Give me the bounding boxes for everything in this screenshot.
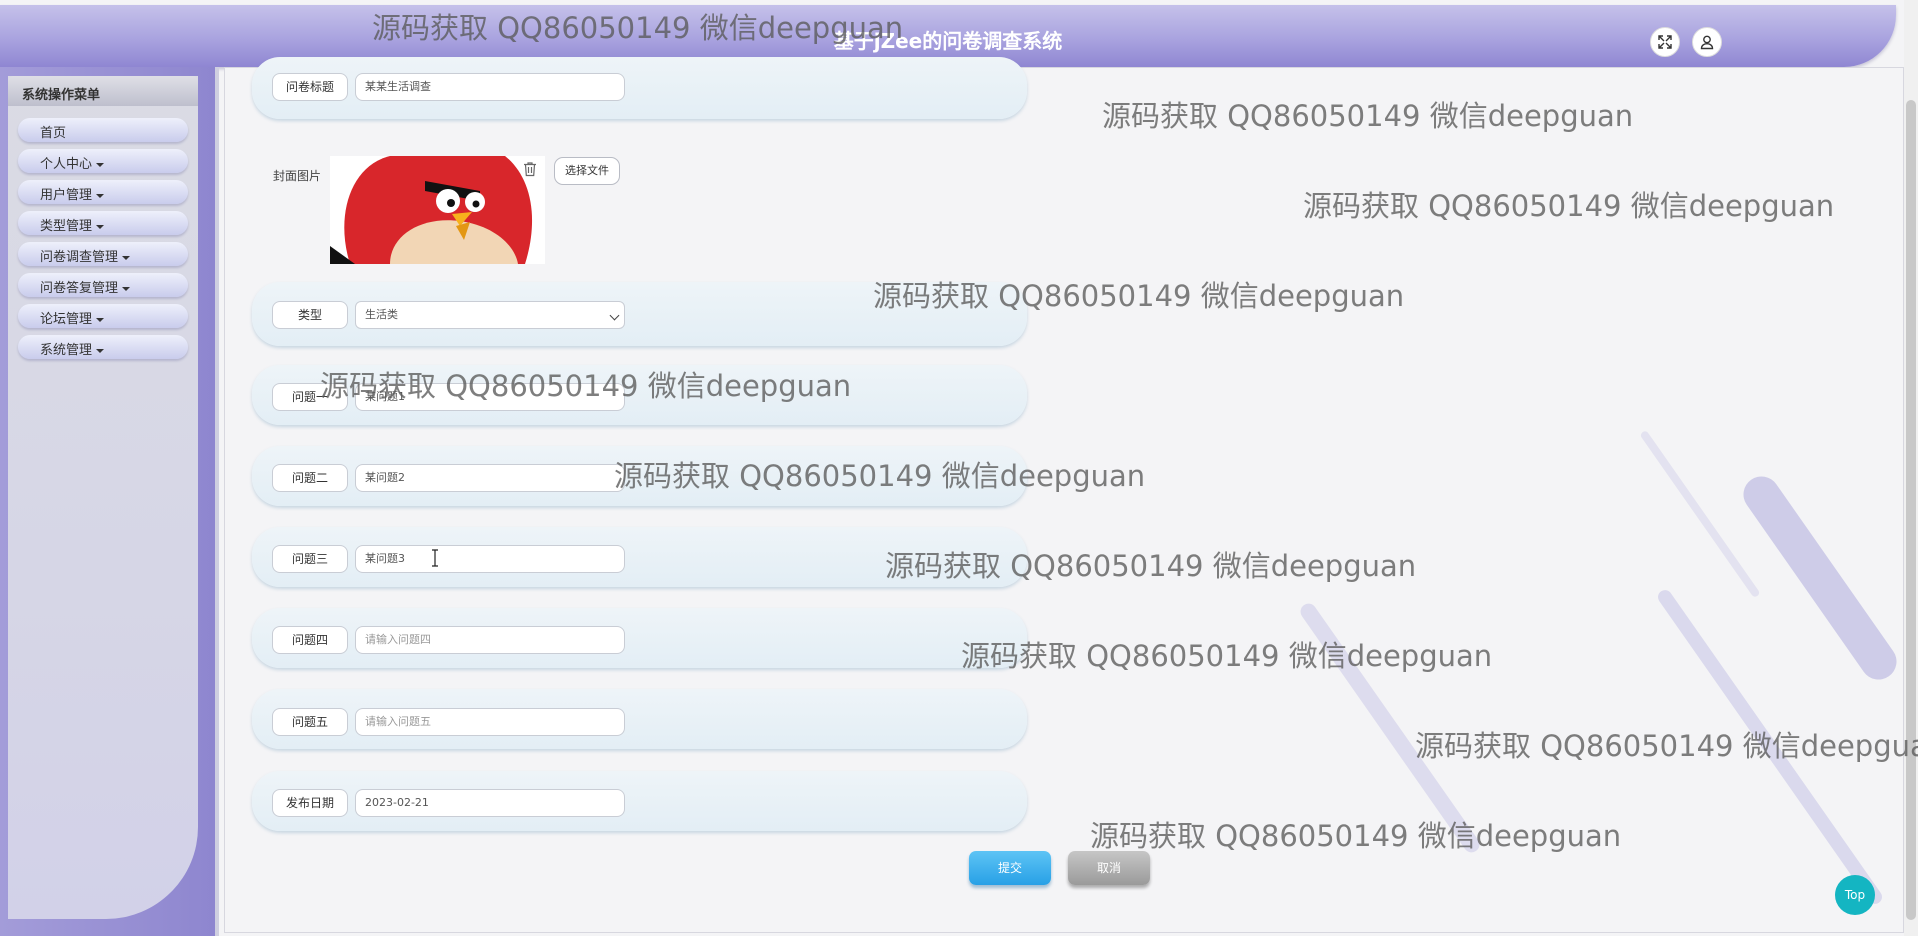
scrollbar-thumb[interactable] bbox=[1906, 100, 1916, 920]
sidebar-item-system[interactable]: 系统管理 bbox=[18, 335, 188, 359]
sidebar-item-label: 首页 bbox=[40, 126, 67, 141]
sidebar-item-profile[interactable]: 个人中心 bbox=[18, 149, 188, 173]
sidebar-item-label: 系统管理 bbox=[40, 343, 93, 358]
caret-down-icon bbox=[96, 193, 105, 198]
sidebar-divider bbox=[215, 67, 219, 936]
title-label: 问卷标题 bbox=[272, 73, 348, 101]
sidebar-title: 系统操作菜单 bbox=[8, 76, 198, 106]
text-cursor-icon bbox=[432, 549, 438, 567]
submit-button[interactable]: 提交 bbox=[969, 851, 1051, 885]
q3-input[interactable]: 某问题3 bbox=[355, 545, 625, 573]
fullscreen-button[interactable] bbox=[1650, 27, 1680, 57]
q2-input[interactable]: 某问题2 bbox=[355, 464, 625, 492]
caret-down-icon bbox=[96, 224, 105, 229]
sidebar-item-label: 类型管理 bbox=[40, 219, 93, 234]
choose-file-button[interactable]: 选择文件 bbox=[554, 157, 620, 185]
sidebar-item-forum[interactable]: 论坛管理 bbox=[18, 304, 188, 328]
q5-label: 问题五 bbox=[272, 708, 348, 736]
date-label: 发布日期 bbox=[272, 789, 348, 817]
q1-input[interactable]: 某问题1 bbox=[355, 383, 625, 411]
sidebar-item-label: 问卷调查管理 bbox=[40, 250, 119, 265]
type-label: 类型 bbox=[272, 301, 348, 329]
user-button[interactable] bbox=[1692, 27, 1722, 57]
sidebar-item-label: 个人中心 bbox=[40, 157, 93, 172]
q1-label: 问题一 bbox=[272, 383, 348, 411]
sidebar-item-types[interactable]: 类型管理 bbox=[18, 211, 188, 235]
back-to-top-button[interactable]: Top bbox=[1835, 875, 1875, 915]
app-window: 基于jZee的问卷调查系统 系统操作菜单 首页 个人中心 用户管理 类型管理 问… bbox=[0, 0, 1918, 936]
sidebar-item-label: 问卷答复管理 bbox=[40, 281, 119, 296]
system-title: 基于jZee的问卷调查系统 bbox=[833, 29, 1063, 53]
chevron-down-icon bbox=[609, 310, 620, 321]
sidebar-item-surveys[interactable]: 问卷调查管理 bbox=[18, 242, 188, 266]
cover-image bbox=[330, 156, 545, 264]
type-select[interactable]: 生活类 bbox=[355, 301, 625, 329]
q4-input[interactable]: 请输入问题四 bbox=[355, 626, 625, 654]
title-input[interactable]: 某某生活调查 bbox=[355, 73, 625, 101]
caret-down-icon bbox=[96, 317, 105, 322]
cover-label: 封面图片 bbox=[273, 169, 322, 183]
expand-icon bbox=[1658, 35, 1672, 49]
cancel-button[interactable]: 取消 bbox=[1068, 851, 1150, 885]
date-input[interactable]: 2023-02-21 bbox=[355, 789, 625, 817]
caret-down-icon bbox=[96, 348, 105, 353]
caret-down-icon bbox=[122, 255, 131, 260]
user-icon bbox=[1700, 35, 1714, 50]
sidebar-item-replies[interactable]: 问卷答复管理 bbox=[18, 273, 188, 297]
q5-input[interactable]: 请输入问题五 bbox=[355, 708, 625, 736]
sidebar-item-home[interactable]: 首页 bbox=[18, 118, 188, 142]
q3-label: 问题三 bbox=[272, 545, 348, 573]
type-selected-value: 生活类 bbox=[365, 308, 398, 321]
trash-icon[interactable] bbox=[521, 160, 539, 178]
sidebar: 系统操作菜单 首页 个人中心 用户管理 类型管理 问卷调查管理 问卷答复管理 论… bbox=[8, 76, 198, 919]
q4-label: 问题四 bbox=[272, 626, 348, 654]
sidebar-item-label: 论坛管理 bbox=[40, 312, 93, 327]
caret-down-icon bbox=[122, 286, 131, 291]
q2-label: 问题二 bbox=[272, 464, 348, 492]
caret-down-icon bbox=[96, 162, 105, 167]
angry-bird-image bbox=[330, 156, 545, 264]
sidebar-item-users[interactable]: 用户管理 bbox=[18, 180, 188, 204]
sidebar-item-label: 用户管理 bbox=[40, 188, 93, 203]
